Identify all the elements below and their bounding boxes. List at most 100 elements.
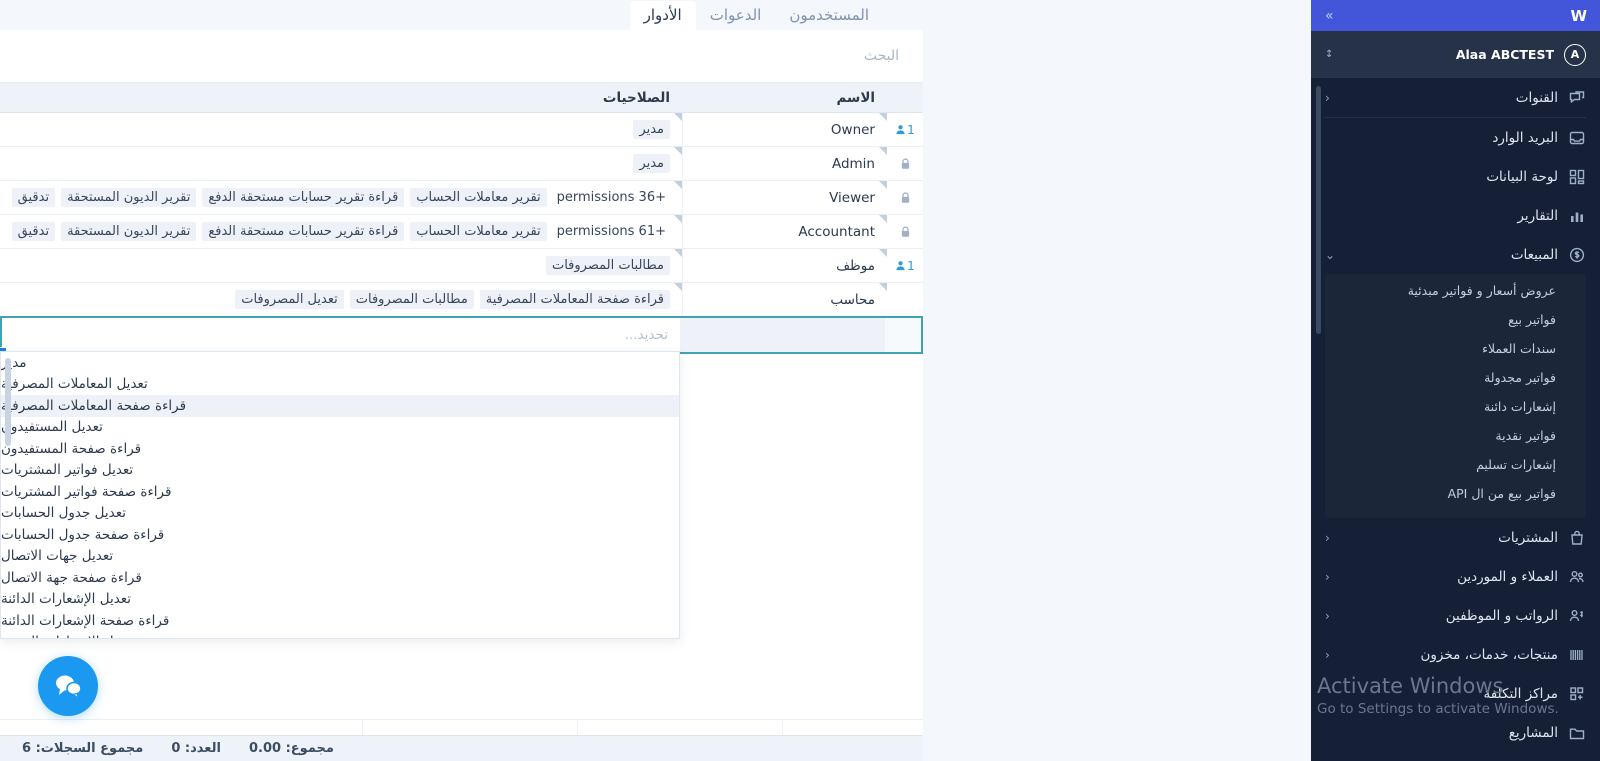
dropdown-option[interactable]: قراءة صفحة جدول الحسابات [1, 524, 679, 546]
sidebar-subitem-2[interactable]: سندات العملاء [1325, 334, 1586, 363]
chevron-left-icon[interactable]: ‹ [1325, 609, 1330, 623]
permission-tag: تعديل المصروفات [235, 290, 344, 309]
chevron-down-icon[interactable]: ⌄ [1325, 248, 1335, 262]
inbox-icon [1568, 129, 1586, 147]
sidebar: W » A Alaa ABCTEST ↕ القنوات ‹ البريد الوا… [1311, 0, 1600, 761]
dropdown-option[interactable]: تعديل المعاملات المصرفية [1, 374, 679, 396]
table-row[interactable]: Accountant +61 permissions تقرير معاملات ا… [0, 215, 923, 249]
permission-tag: تقرير معاملات الحساب [410, 188, 547, 207]
permissions-dropdown[interactable]: مدير تعديل المعاملات المصرفية قراءة صفحة ا… [0, 351, 680, 639]
new-role-row[interactable] [0, 316, 923, 356]
row-name[interactable]: Owner [682, 113, 887, 146]
sidebar-item-0[interactable]: القنوات ‹ [1311, 78, 1600, 117]
permission-tag-list: مدير [633, 120, 670, 139]
dropdown-option[interactable]: تعديل المستفيدون [1, 417, 679, 439]
row-permissions[interactable]: قراءة صفحة المعاملات المصرفية مطالبات الم… [0, 283, 682, 316]
chevron-left-icon[interactable]: ‹ [1325, 531, 1330, 545]
table-row[interactable]: Viewer +36 permissions تقرير معاملات الحسا… [0, 181, 923, 215]
chevron-left-icon[interactable]: ‹ [1325, 91, 1330, 105]
account-name: Alaa ABCTEST [1455, 47, 1554, 62]
row-icon-cell: 1 [887, 113, 923, 146]
sidebar-item-5[interactable]: المشتريات ‹ [1311, 518, 1600, 557]
dropdown-option[interactable]: قراءة صفحة المعاملات المصرفية [1, 395, 679, 417]
sidebar-item-label: العملاء و الموردين [1457, 568, 1558, 585]
tab-0[interactable]: المستخدمون [775, 1, 883, 30]
row-permissions[interactable]: مطالبات المصروفات [0, 249, 682, 282]
sidebar-nav: القنوات ‹ البريد الوارد لوحة البيانات التقار… [1311, 78, 1600, 761]
sidebar-item-label: الرواتب و الموظفين [1445, 607, 1558, 624]
sidebar-subitem-1[interactable]: فواتير بيع [1325, 305, 1586, 334]
sidebar-subitem-3[interactable]: فواتير مجدولة [1325, 363, 1586, 392]
dropdown-option[interactable]: تعديل الإشعارات المدينة [1, 632, 679, 638]
customers-icon [1568, 568, 1586, 586]
table-row[interactable]: محاسب قراءة صفحة المعاملات المصرفية مطالبا… [0, 283, 923, 317]
app-logo: W [1570, 6, 1587, 25]
dropdown-option[interactable]: قراءة صفحة المستفيدون [1, 438, 679, 460]
header-permissions: الصلاحيات [602, 89, 670, 106]
permission-tag-list: قراءة صفحة المعاملات المصرفية مطالبات الم… [235, 290, 670, 309]
row-permissions[interactable]: مدير [0, 147, 682, 180]
chevron-double-right-icon[interactable]: » [1325, 8, 1334, 24]
row-permissions[interactable]: +61 permissions تقرير معاملات الحساب قراءة… [0, 215, 682, 248]
row-permissions[interactable]: +36 permissions تقرير معاملات الحساب قراءة… [0, 181, 682, 214]
permission-tag: مدير [633, 154, 670, 173]
row-name[interactable]: موظف [682, 249, 887, 282]
sidebar-subitem-4[interactable]: إشعارات دائنة [1325, 392, 1586, 421]
tab-2[interactable]: الأدوار [629, 1, 696, 30]
sidebar-item-2[interactable]: لوحة البيانات [1311, 157, 1600, 196]
sidebar-item-label: القنوات [1515, 89, 1558, 106]
sidebar-subitem-5[interactable]: فواتير نقدية [1325, 421, 1586, 450]
sidebar-item-8[interactable]: منتجات، خدمات، مخزون ‹ [1311, 635, 1600, 674]
sidebar-item-1[interactable]: البريد الوارد [1311, 118, 1600, 157]
permissions-combo-input[interactable] [14, 327, 668, 343]
dropdown-scrollbar[interactable] [5, 358, 11, 446]
reports-icon [1568, 207, 1586, 225]
sidebar-item-4[interactable]: المبيعات ⌄ [1311, 235, 1600, 274]
chevron-left-icon[interactable]: ‹ [1325, 648, 1330, 662]
lock-icon [900, 191, 911, 204]
dropdown-option[interactable]: قراءة صفحة فواتير المشتريات [1, 481, 679, 503]
dropdown-option[interactable]: تعديل جهات الاتصال [1, 546, 679, 568]
row-name[interactable]: Admin [682, 147, 887, 180]
permissions-more-count: +61 permissions [556, 224, 666, 239]
dropdown-option[interactable]: تعديل جدول الحسابات [1, 503, 679, 525]
sidebar-subitem-0[interactable]: عروض أسعار و فواتير مبدئية [1325, 276, 1586, 305]
dropdown-option[interactable]: قراءة صفحة الإشعارات الدائنة [1, 610, 679, 632]
account-switcher[interactable]: A Alaa ABCTEST ↕ [1311, 31, 1600, 78]
dropdown-option[interactable]: مدير [1, 352, 679, 374]
search-strip [0, 30, 923, 82]
table-row[interactable]: 1 Owner مدير [0, 113, 923, 147]
row-permissions[interactable]: مدير [0, 113, 682, 146]
sidebar-item-9[interactable]: مراكز التكلفة [1311, 674, 1600, 713]
sidebar-item-label: التقارير [1517, 207, 1558, 224]
sidebar-item-7[interactable]: الرواتب و الموظفين ‹ [1311, 596, 1600, 635]
chevron-left-icon[interactable]: ‹ [1325, 570, 1330, 584]
sidebar-item-label: المشتريات [1498, 529, 1558, 546]
table-row[interactable]: Admin مدير [0, 147, 923, 181]
sidebar-item-6[interactable]: العملاء و الموردين ‹ [1311, 557, 1600, 596]
sidebar-item-label: المشاريع [1508, 724, 1558, 741]
dropdown-option[interactable]: تعديل فواتير المشتريات [1, 460, 679, 482]
sidebar-item-3[interactable]: التقارير [1311, 196, 1600, 235]
sidebar-subitem-6[interactable]: إشعارات تسليم [1325, 450, 1586, 479]
dropdown-option[interactable]: قراءة صفحة جهة الاتصال [1, 567, 679, 589]
sales-icon [1568, 246, 1586, 264]
row-name[interactable]: Accountant [682, 215, 887, 248]
chevron-updown-icon[interactable]: ↕ [1325, 49, 1333, 59]
main-content: المستخدمونالدعواتالأدوار الاسم الصلاحيات… [0, 0, 1311, 761]
row-name[interactable]: Viewer [682, 181, 887, 214]
search-input[interactable] [599, 48, 899, 64]
chat-bubbles-icon[interactable] [38, 656, 98, 716]
sidebar-item-10[interactable]: المشاريع [1311, 713, 1600, 752]
footer-sum: مجموع: 0.00 [248, 741, 334, 756]
dropdown-option[interactable]: تعديل الإشعارات الدائنة [1, 589, 679, 611]
header-icon-col [887, 83, 923, 112]
tab-1[interactable]: الدعوات [696, 1, 776, 30]
sidebar-scrollbar[interactable] [1316, 86, 1321, 334]
footer-count: العدد: 0 [171, 741, 221, 756]
table-row[interactable]: 1 موظف مطالبات المصروفات [0, 249, 923, 283]
new-row-name-cell[interactable] [680, 318, 885, 352]
new-row-permissions-cell[interactable] [2, 318, 680, 352]
row-name[interactable]: محاسب [682, 283, 887, 316]
sidebar-subitem-7[interactable]: فواتير بيع من ال API [1325, 479, 1586, 508]
